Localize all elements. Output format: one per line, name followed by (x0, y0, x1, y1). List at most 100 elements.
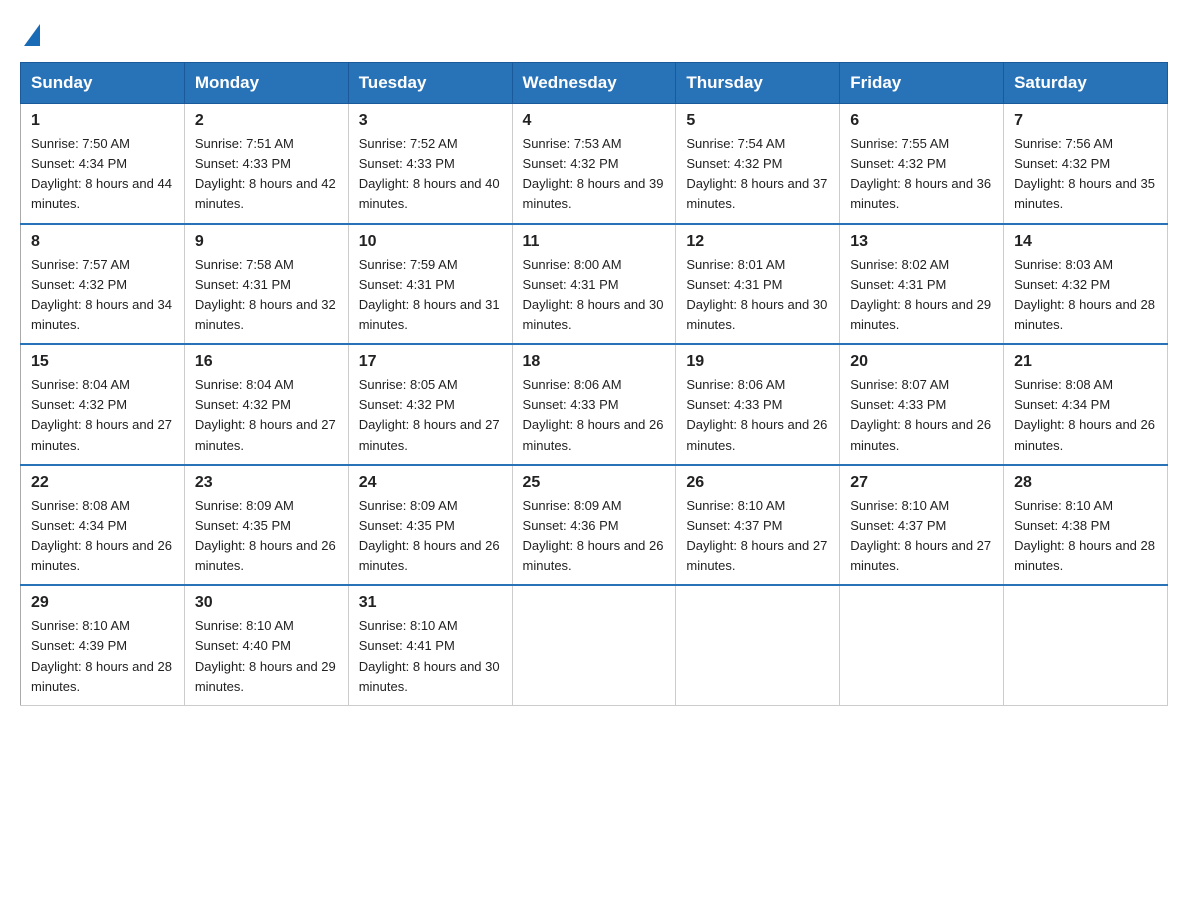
day-info: Sunrise: 7:55 AMSunset: 4:32 PMDaylight:… (850, 136, 991, 211)
day-number: 17 (359, 353, 502, 371)
day-number: 2 (195, 112, 338, 130)
day-number: 30 (195, 594, 338, 612)
day-number: 7 (1014, 112, 1157, 130)
day-number: 22 (31, 474, 174, 492)
calendar-day-cell: 8 Sunrise: 7:57 AMSunset: 4:32 PMDayligh… (21, 224, 185, 345)
day-info: Sunrise: 8:06 AMSunset: 4:33 PMDaylight:… (686, 377, 827, 452)
calendar-day-cell: 17 Sunrise: 8:05 AMSunset: 4:32 PMDaylig… (348, 344, 512, 465)
calendar-day-cell: 18 Sunrise: 8:06 AMSunset: 4:33 PMDaylig… (512, 344, 676, 465)
calendar-day-cell: 25 Sunrise: 8:09 AMSunset: 4:36 PMDaylig… (512, 465, 676, 586)
day-info: Sunrise: 7:53 AMSunset: 4:32 PMDaylight:… (523, 136, 664, 211)
day-number: 6 (850, 112, 993, 130)
day-of-week-header: Saturday (1004, 63, 1168, 104)
calendar-day-cell: 12 Sunrise: 8:01 AMSunset: 4:31 PMDaylig… (676, 224, 840, 345)
day-number: 28 (1014, 474, 1157, 492)
day-number: 31 (359, 594, 502, 612)
calendar-day-cell: 24 Sunrise: 8:09 AMSunset: 4:35 PMDaylig… (348, 465, 512, 586)
calendar-day-cell: 6 Sunrise: 7:55 AMSunset: 4:32 PMDayligh… (840, 104, 1004, 224)
day-number: 27 (850, 474, 993, 492)
calendar-day-cell: 1 Sunrise: 7:50 AMSunset: 4:34 PMDayligh… (21, 104, 185, 224)
calendar-table: SundayMondayTuesdayWednesdayThursdayFrid… (20, 62, 1168, 706)
day-info: Sunrise: 8:01 AMSunset: 4:31 PMDaylight:… (686, 257, 827, 332)
calendar-day-cell: 26 Sunrise: 8:10 AMSunset: 4:37 PMDaylig… (676, 465, 840, 586)
calendar-day-cell: 31 Sunrise: 8:10 AMSunset: 4:41 PMDaylig… (348, 585, 512, 705)
day-info: Sunrise: 8:06 AMSunset: 4:33 PMDaylight:… (523, 377, 664, 452)
day-number: 11 (523, 233, 666, 251)
day-number: 24 (359, 474, 502, 492)
day-info: Sunrise: 8:09 AMSunset: 4:36 PMDaylight:… (523, 498, 664, 573)
calendar-day-cell: 4 Sunrise: 7:53 AMSunset: 4:32 PMDayligh… (512, 104, 676, 224)
day-info: Sunrise: 8:10 AMSunset: 4:39 PMDaylight:… (31, 618, 172, 693)
calendar-day-cell (512, 585, 676, 705)
calendar-day-cell: 7 Sunrise: 7:56 AMSunset: 4:32 PMDayligh… (1004, 104, 1168, 224)
day-number: 29 (31, 594, 174, 612)
day-number: 13 (850, 233, 993, 251)
day-number: 12 (686, 233, 829, 251)
day-info: Sunrise: 8:10 AMSunset: 4:40 PMDaylight:… (195, 618, 336, 693)
day-info: Sunrise: 8:10 AMSunset: 4:38 PMDaylight:… (1014, 498, 1155, 573)
calendar-day-cell: 20 Sunrise: 8:07 AMSunset: 4:33 PMDaylig… (840, 344, 1004, 465)
day-number: 5 (686, 112, 829, 130)
day-info: Sunrise: 7:54 AMSunset: 4:32 PMDaylight:… (686, 136, 827, 211)
calendar-day-cell: 10 Sunrise: 7:59 AMSunset: 4:31 PMDaylig… (348, 224, 512, 345)
day-info: Sunrise: 8:08 AMSunset: 4:34 PMDaylight:… (1014, 377, 1155, 452)
calendar-header-row: SundayMondayTuesdayWednesdayThursdayFrid… (21, 63, 1168, 104)
day-number: 18 (523, 353, 666, 371)
day-number: 3 (359, 112, 502, 130)
calendar-day-cell: 2 Sunrise: 7:51 AMSunset: 4:33 PMDayligh… (184, 104, 348, 224)
day-number: 9 (195, 233, 338, 251)
day-info: Sunrise: 7:56 AMSunset: 4:32 PMDaylight:… (1014, 136, 1155, 211)
day-number: 14 (1014, 233, 1157, 251)
day-info: Sunrise: 8:03 AMSunset: 4:32 PMDaylight:… (1014, 257, 1155, 332)
day-number: 10 (359, 233, 502, 251)
day-info: Sunrise: 8:00 AMSunset: 4:31 PMDaylight:… (523, 257, 664, 332)
day-info: Sunrise: 8:05 AMSunset: 4:32 PMDaylight:… (359, 377, 500, 452)
day-number: 16 (195, 353, 338, 371)
logo-triangle-icon (24, 24, 40, 46)
calendar-day-cell (676, 585, 840, 705)
calendar-day-cell: 23 Sunrise: 8:09 AMSunset: 4:35 PMDaylig… (184, 465, 348, 586)
calendar-day-cell: 5 Sunrise: 7:54 AMSunset: 4:32 PMDayligh… (676, 104, 840, 224)
day-info: Sunrise: 8:10 AMSunset: 4:41 PMDaylight:… (359, 618, 500, 693)
day-info: Sunrise: 7:59 AMSunset: 4:31 PMDaylight:… (359, 257, 500, 332)
calendar-day-cell: 15 Sunrise: 8:04 AMSunset: 4:32 PMDaylig… (21, 344, 185, 465)
day-info: Sunrise: 7:50 AMSunset: 4:34 PMDaylight:… (31, 136, 172, 211)
day-info: Sunrise: 7:57 AMSunset: 4:32 PMDaylight:… (31, 257, 172, 332)
calendar-day-cell: 27 Sunrise: 8:10 AMSunset: 4:37 PMDaylig… (840, 465, 1004, 586)
logo (20, 20, 44, 46)
day-info: Sunrise: 8:09 AMSunset: 4:35 PMDaylight:… (195, 498, 336, 573)
day-info: Sunrise: 8:02 AMSunset: 4:31 PMDaylight:… (850, 257, 991, 332)
calendar-day-cell: 13 Sunrise: 8:02 AMSunset: 4:31 PMDaylig… (840, 224, 1004, 345)
calendar-day-cell: 3 Sunrise: 7:52 AMSunset: 4:33 PMDayligh… (348, 104, 512, 224)
calendar-week-row: 15 Sunrise: 8:04 AMSunset: 4:32 PMDaylig… (21, 344, 1168, 465)
calendar-day-cell: 14 Sunrise: 8:03 AMSunset: 4:32 PMDaylig… (1004, 224, 1168, 345)
day-number: 1 (31, 112, 174, 130)
day-info: Sunrise: 7:51 AMSunset: 4:33 PMDaylight:… (195, 136, 336, 211)
day-info: Sunrise: 7:58 AMSunset: 4:31 PMDaylight:… (195, 257, 336, 332)
calendar-day-cell: 30 Sunrise: 8:10 AMSunset: 4:40 PMDaylig… (184, 585, 348, 705)
day-of-week-header: Wednesday (512, 63, 676, 104)
day-of-week-header: Thursday (676, 63, 840, 104)
calendar-week-row: 22 Sunrise: 8:08 AMSunset: 4:34 PMDaylig… (21, 465, 1168, 586)
calendar-day-cell: 19 Sunrise: 8:06 AMSunset: 4:33 PMDaylig… (676, 344, 840, 465)
day-number: 4 (523, 112, 666, 130)
calendar-day-cell: 29 Sunrise: 8:10 AMSunset: 4:39 PMDaylig… (21, 585, 185, 705)
day-of-week-header: Monday (184, 63, 348, 104)
day-info: Sunrise: 8:09 AMSunset: 4:35 PMDaylight:… (359, 498, 500, 573)
day-number: 23 (195, 474, 338, 492)
day-of-week-header: Friday (840, 63, 1004, 104)
day-info: Sunrise: 8:04 AMSunset: 4:32 PMDaylight:… (195, 377, 336, 452)
page-header (20, 20, 1168, 46)
day-info: Sunrise: 8:07 AMSunset: 4:33 PMDaylight:… (850, 377, 991, 452)
day-of-week-header: Tuesday (348, 63, 512, 104)
calendar-day-cell: 28 Sunrise: 8:10 AMSunset: 4:38 PMDaylig… (1004, 465, 1168, 586)
day-number: 26 (686, 474, 829, 492)
calendar-week-row: 29 Sunrise: 8:10 AMSunset: 4:39 PMDaylig… (21, 585, 1168, 705)
calendar-day-cell (1004, 585, 1168, 705)
day-number: 20 (850, 353, 993, 371)
day-number: 8 (31, 233, 174, 251)
day-number: 25 (523, 474, 666, 492)
calendar-day-cell (840, 585, 1004, 705)
day-of-week-header: Sunday (21, 63, 185, 104)
day-number: 15 (31, 353, 174, 371)
